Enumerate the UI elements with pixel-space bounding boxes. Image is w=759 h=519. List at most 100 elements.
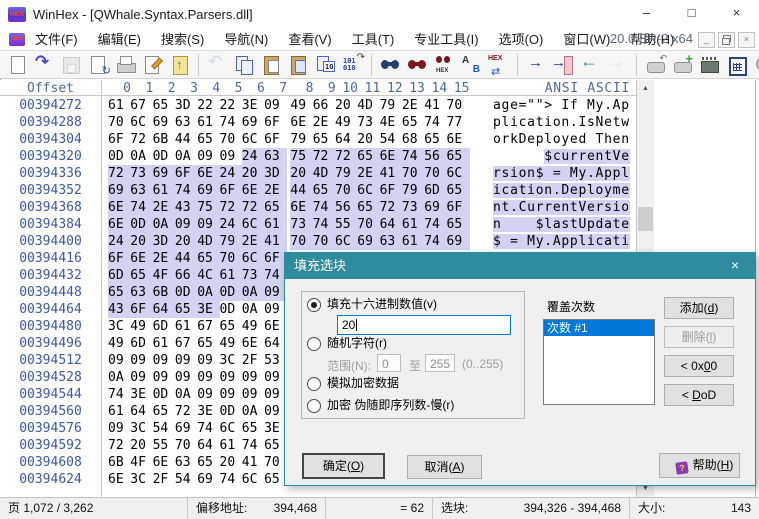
hex-byte[interactable]: 65 xyxy=(130,267,154,284)
hex-byte[interactable]: 72 xyxy=(108,165,131,182)
hex-byte[interactable]: 6C xyxy=(130,114,153,131)
hex-byte[interactable]: 69 xyxy=(357,233,381,250)
hex-byte[interactable]: 77 xyxy=(447,114,470,131)
hex-byte[interactable]: 64 xyxy=(130,403,153,420)
hex-byte[interactable]: 70 xyxy=(401,165,425,182)
hex-byte[interactable]: 70 xyxy=(335,182,358,199)
hex-byte[interactable]: 0D xyxy=(220,301,243,318)
hex-byte[interactable]: 0A xyxy=(108,369,131,386)
hex-byte[interactable]: 54 xyxy=(153,420,176,437)
find-hex-icon[interactable] xyxy=(432,53,457,77)
hex-byte[interactable]: 65 xyxy=(402,114,425,131)
hex-byte[interactable]: 66 xyxy=(313,97,336,114)
hex-byte[interactable]: 20 xyxy=(357,131,380,148)
hex-byte[interactable]: 2E xyxy=(264,182,288,199)
hex-byte[interactable]: 2E xyxy=(152,250,176,267)
open-disk-icon[interactable] xyxy=(643,53,668,77)
hex-byte[interactable]: 49 xyxy=(108,335,131,352)
hex-byte[interactable]: 3C xyxy=(130,471,153,488)
hex-byte[interactable]: 70 xyxy=(175,437,198,454)
hex-byte[interactable]: 61 xyxy=(108,97,131,114)
delete-button[interactable]: 删除(l) xyxy=(664,326,734,348)
hex-byte[interactable]: 6D xyxy=(153,318,176,335)
hex-byte[interactable]: 09 xyxy=(242,386,265,403)
hex-byte[interactable]: 3E xyxy=(197,403,220,420)
properties-icon[interactable] xyxy=(140,53,165,77)
hex-byte[interactable]: 74 xyxy=(312,216,336,233)
hex-byte[interactable]: 65 xyxy=(312,182,336,199)
hex-byte[interactable]: 79 xyxy=(380,97,403,114)
mdi-minimize-button[interactable]: _ xyxy=(698,32,715,48)
hex-byte[interactable]: 64 xyxy=(152,301,176,318)
hex-byte[interactable]: 65 xyxy=(174,301,198,318)
hex-byte[interactable]: 2E xyxy=(357,165,381,182)
hex-byte[interactable]: 69 xyxy=(197,471,220,488)
hex-byte[interactable]: 61 xyxy=(264,216,288,233)
calculator-icon[interactable] xyxy=(724,53,749,77)
menu-item[interactable]: 专业工具(I) xyxy=(404,29,488,50)
goto-offset-icon[interactable] xyxy=(524,53,549,77)
hex-byte[interactable]: 65 xyxy=(264,199,288,216)
hex-byte[interactable]: 67 xyxy=(197,318,220,335)
hex-byte[interactable]: 65 xyxy=(108,284,131,301)
hex-byte[interactable]: 09 xyxy=(197,216,221,233)
hex-byte[interactable]: 65 xyxy=(197,454,220,471)
hex-byte[interactable]: 55 xyxy=(335,216,358,233)
print-preview-icon[interactable] xyxy=(86,53,111,77)
clone-disk-icon[interactable] xyxy=(670,51,695,77)
scrollbar-thumb[interactable] xyxy=(638,207,653,231)
hex-byte[interactable]: 6C xyxy=(241,250,265,267)
hex-byte[interactable]: 69 xyxy=(242,114,265,131)
hex-byte[interactable]: 09 xyxy=(242,369,265,386)
paste-into-icon[interactable] xyxy=(286,53,311,77)
hex-byte[interactable]: 6D xyxy=(424,182,448,199)
hex-byte[interactable]: 74 xyxy=(174,182,198,199)
find-again-icon[interactable] xyxy=(405,53,430,77)
hex-byte[interactable]: 3C xyxy=(108,318,131,335)
hex-byte[interactable]: 61 xyxy=(220,437,243,454)
hex-byte[interactable]: 54 xyxy=(175,471,198,488)
zero-fill-button[interactable]: < 0x00 xyxy=(664,355,734,377)
new-file-icon[interactable] xyxy=(5,53,30,77)
hex-byte[interactable]: 0D xyxy=(108,148,131,165)
hex-byte[interactable]: 49 xyxy=(290,97,313,114)
hex-byte[interactable]: 6F xyxy=(379,182,403,199)
hex-byte[interactable]: 6D xyxy=(130,335,153,352)
hex-byte[interactable]: 09 xyxy=(153,369,176,386)
hex-byte[interactable]: 63 xyxy=(130,284,154,301)
hex-byte[interactable]: 2E xyxy=(313,114,336,131)
hex-byte[interactable]: 6B xyxy=(108,454,131,471)
redo-position-icon[interactable] xyxy=(605,51,630,77)
ascii-text[interactable]: $currentVe xyxy=(493,148,630,165)
hex-byte[interactable]: 3D xyxy=(264,165,288,182)
hex-byte[interactable]: 09 xyxy=(108,352,131,369)
mdi-close-button[interactable]: × xyxy=(738,32,755,48)
hex-byte[interactable]: 70 xyxy=(357,216,381,233)
hex-byte[interactable]: 65 xyxy=(313,131,336,148)
undo-position-icon[interactable] xyxy=(578,51,603,77)
hex-byte[interactable]: 72 xyxy=(108,437,131,454)
hex-byte[interactable]: 6E xyxy=(290,114,313,131)
hex-byte[interactable]: 6F xyxy=(219,182,243,199)
hex-byte[interactable]: 6C xyxy=(335,233,358,250)
hex-byte[interactable]: 74 xyxy=(424,114,447,131)
hex-byte[interactable]: 63 xyxy=(379,233,403,250)
hex-byte[interactable]: 65 xyxy=(424,131,447,148)
hex-byte[interactable]: 69 xyxy=(424,199,448,216)
hex-byte[interactable]: 09 xyxy=(220,148,243,165)
hex-byte[interactable]: 74 xyxy=(242,437,265,454)
hex-byte[interactable]: 3D xyxy=(175,97,198,114)
hex-byte[interactable]: 6B xyxy=(152,284,176,301)
mdi-restore-button[interactable] xyxy=(718,32,735,48)
hex-byte[interactable]: 4D xyxy=(312,165,336,182)
hex-byte[interactable]: 74 xyxy=(312,199,336,216)
ascii-text[interactable]: rsion$ = My.Appl xyxy=(493,165,630,182)
hex-byte[interactable]: 4D xyxy=(357,97,380,114)
close-button[interactable]: × xyxy=(714,0,759,28)
goto-block-end-icon[interactable] xyxy=(551,53,576,77)
hex-byte[interactable]: 09 xyxy=(130,352,153,369)
hex-byte[interactable]: 56 xyxy=(424,148,448,165)
hex-byte[interactable]: 49 xyxy=(220,335,243,352)
hex-byte[interactable]: 09 xyxy=(220,386,243,403)
hex-byte[interactable]: 6F xyxy=(108,131,131,148)
